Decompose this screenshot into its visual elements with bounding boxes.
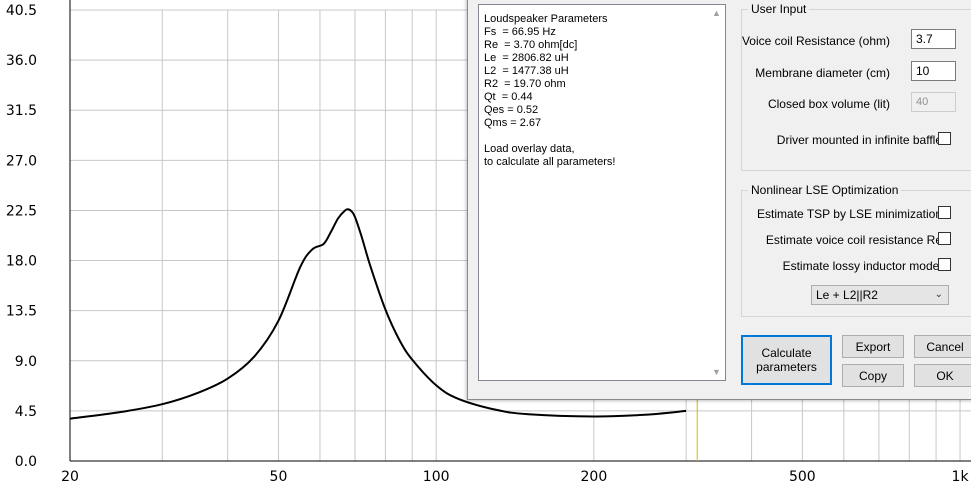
y-tick-label: 27.0 bbox=[6, 153, 37, 169]
copy-button[interactable]: Copy bbox=[842, 364, 904, 387]
y-tick-label: 0.0 bbox=[15, 454, 37, 470]
y-tick-label: 22.5 bbox=[6, 203, 37, 219]
estimate-re-checkbox[interactable] bbox=[938, 232, 951, 245]
y-tick-label: 9.0 bbox=[15, 354, 37, 370]
ok-button[interactable]: OK bbox=[914, 364, 971, 387]
y-tick-label: 40.5 bbox=[6, 3, 37, 19]
cancel-button[interactable]: Cancel bbox=[914, 335, 971, 358]
y-tick-label: 31.5 bbox=[6, 103, 37, 119]
x-tick-label: 1k bbox=[952, 469, 970, 485]
user-input-title: User Input bbox=[748, 2, 810, 16]
estimate-inductor-label: Estimate lossy inductor model bbox=[782, 259, 942, 273]
y-tick-label: 18.0 bbox=[6, 254, 37, 270]
user-input-group: User Input Voice coil Resistance (ohm) 3… bbox=[741, 2, 971, 171]
scroll-down-icon[interactable]: ▼ bbox=[708, 364, 725, 380]
y-tick-label: 36.0 bbox=[6, 53, 37, 69]
y-tick-label: 4.5 bbox=[15, 404, 37, 420]
inductor-model-select[interactable]: Le + L2||R2 ⌄ bbox=[811, 285, 949, 305]
estimate-tsp-checkbox[interactable] bbox=[938, 206, 951, 219]
x-tick-label: 500 bbox=[789, 469, 816, 485]
lse-title: Nonlinear LSE Optimization bbox=[748, 183, 902, 197]
parameters-dialog: Loudspeaker Parameters Fs = 66.95 Hz Re … bbox=[467, 0, 971, 400]
calculate-parameters-button[interactable]: Calculate parameters bbox=[741, 335, 832, 385]
scroll-up-icon[interactable]: ▲ bbox=[708, 5, 725, 21]
y-tick-label: 13.5 bbox=[6, 304, 37, 320]
x-tick-label: 50 bbox=[270, 469, 288, 485]
estimate-tsp-label: Estimate TSP by LSE minimization bbox=[757, 207, 942, 221]
voice-coil-label: Voice coil Resistance (ohm) bbox=[741, 34, 890, 48]
estimate-inductor-checkbox[interactable] bbox=[938, 258, 951, 271]
results-textbox[interactable]: Loudspeaker Parameters Fs = 66.95 Hz Re … bbox=[478, 4, 726, 381]
box-volume-label: Closed box volume (lit) bbox=[767, 97, 890, 111]
chevron-down-icon: ⌄ bbox=[934, 289, 943, 300]
infinite-baffle-checkbox[interactable] bbox=[938, 132, 951, 145]
results-scrollbar[interactable]: ▲ ▼ bbox=[708, 5, 725, 380]
x-tick-label: 100 bbox=[423, 469, 450, 485]
box-volume-input: 40 bbox=[911, 92, 956, 112]
inductor-model-value: Le + L2||R2 bbox=[816, 288, 878, 302]
infinite-baffle-label: Driver mounted in infinite baffle bbox=[776, 133, 942, 147]
membrane-label: Membrane diameter (cm) bbox=[755, 66, 890, 80]
x-tick-label: 200 bbox=[581, 469, 608, 485]
lse-group: Nonlinear LSE Optimization Estimate TSP … bbox=[741, 183, 971, 317]
estimate-re-label: Estimate voice coil resistance Re bbox=[765, 233, 942, 247]
export-button[interactable]: Export bbox=[842, 335, 904, 358]
membrane-input[interactable]: 10 bbox=[911, 61, 956, 81]
results-text: Loudspeaker Parameters Fs = 66.95 Hz Re … bbox=[484, 13, 616, 168]
voice-coil-input[interactable]: 3.7 bbox=[911, 29, 956, 49]
x-tick-label: 20 bbox=[61, 469, 79, 485]
